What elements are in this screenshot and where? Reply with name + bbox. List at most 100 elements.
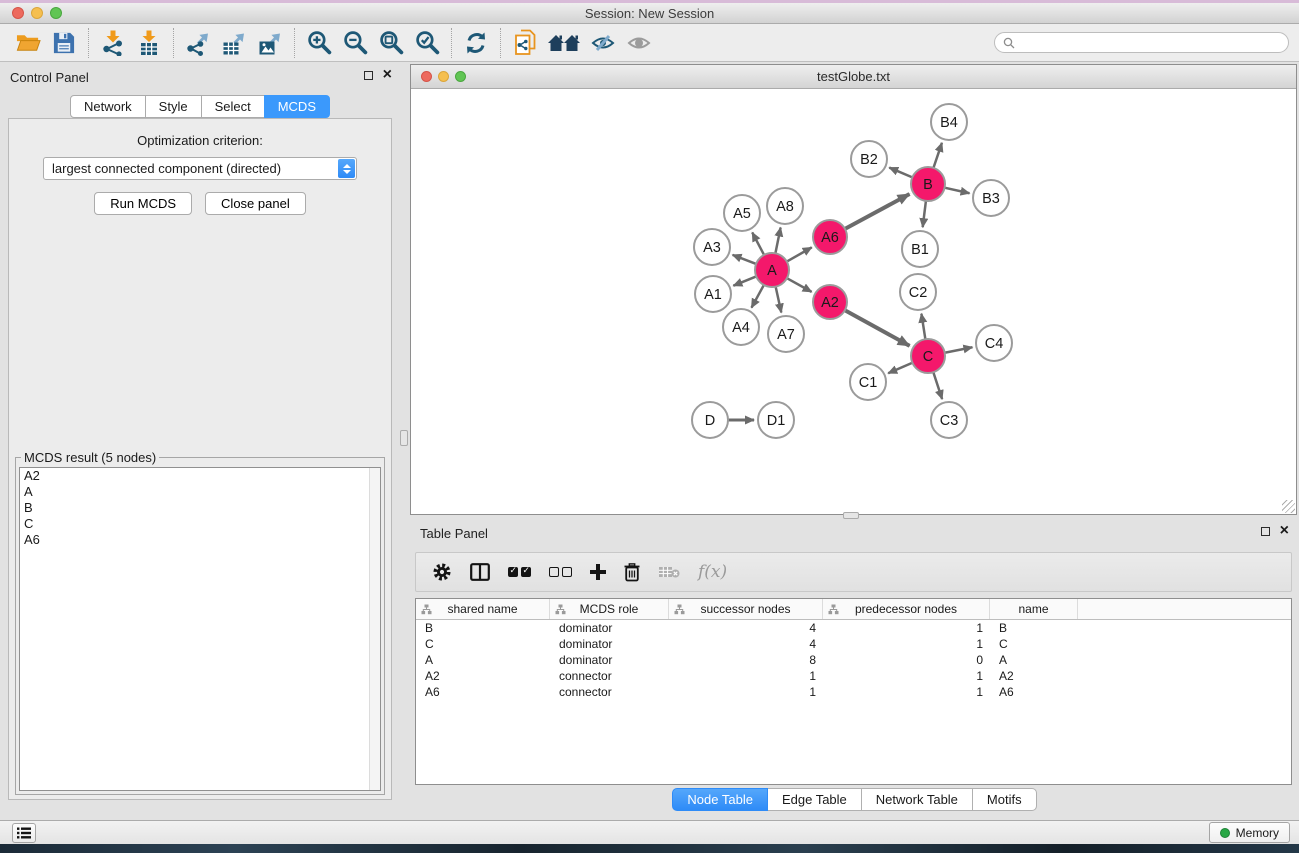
horizontal-divider-grip[interactable] bbox=[843, 512, 859, 519]
tab-network[interactable]: Network bbox=[70, 95, 146, 118]
node-A4[interactable]: A4 bbox=[723, 309, 759, 345]
open-session-icon[interactable] bbox=[10, 27, 46, 59]
node-A5[interactable]: A5 bbox=[724, 195, 760, 231]
edge-B-B3[interactable] bbox=[945, 188, 970, 194]
column-header-name[interactable]: name bbox=[990, 599, 1078, 619]
result-list-item[interactable]: A6 bbox=[20, 532, 380, 548]
edge-C-C3[interactable] bbox=[933, 372, 942, 399]
edge-B-B1[interactable] bbox=[923, 201, 926, 227]
close-panel-icon[interactable]: × bbox=[383, 70, 392, 80]
search-field[interactable] bbox=[994, 32, 1289, 53]
edge-A-A2[interactable] bbox=[787, 278, 812, 292]
table-row[interactable]: Bdominator41B bbox=[416, 620, 1291, 636]
edge-B-B4[interactable] bbox=[933, 143, 941, 168]
node-A3[interactable]: A3 bbox=[694, 229, 730, 265]
node-C1[interactable]: C1 bbox=[850, 364, 886, 400]
edge-A-A4[interactable] bbox=[752, 285, 764, 308]
export-network-icon[interactable] bbox=[180, 27, 216, 59]
node-D[interactable]: D bbox=[692, 402, 728, 438]
tab-mcds[interactable]: MCDS bbox=[264, 95, 330, 118]
node-B1[interactable]: B1 bbox=[902, 231, 938, 267]
column-header-shared-name[interactable]: shared name bbox=[416, 599, 550, 619]
column-header-MCDS-role[interactable]: MCDS role bbox=[550, 599, 669, 619]
close-table-panel-icon[interactable]: × bbox=[1280, 526, 1289, 536]
node-B4[interactable]: B4 bbox=[931, 104, 967, 140]
close-panel-button[interactable]: Close panel bbox=[205, 192, 306, 215]
panel-divider-grip[interactable] bbox=[400, 430, 408, 446]
search-input[interactable] bbox=[1020, 35, 1280, 51]
network-canvas[interactable]: B4 B2 B B3 A5A8 A6 B1 A3 A C2 A1 A2 A4A7 C4 C C1 C3 D D1 bbox=[411, 89, 1296, 514]
node-A6[interactable]: A6 bbox=[813, 220, 847, 254]
node-C3[interactable]: C3 bbox=[931, 402, 967, 438]
export-image-icon[interactable] bbox=[252, 27, 288, 59]
criterion-dropdown[interactable]: largest connected component (directed) bbox=[43, 157, 357, 180]
show-columns-icon[interactable] bbox=[470, 563, 490, 581]
edge-C-C1[interactable] bbox=[888, 363, 912, 373]
delete-column-icon[interactable] bbox=[624, 563, 640, 582]
table-row[interactable]: Adominator80A bbox=[416, 652, 1291, 668]
edge-B-B2[interactable] bbox=[889, 168, 912, 178]
edge-A-A6[interactable] bbox=[787, 247, 812, 261]
node-C4[interactable]: C4 bbox=[976, 325, 1012, 361]
zoom-in-icon[interactable] bbox=[301, 27, 337, 59]
home-view-icon[interactable] bbox=[543, 27, 585, 59]
edge-A-A5[interactable] bbox=[752, 232, 764, 254]
edge-A6-B[interactable] bbox=[845, 194, 910, 229]
node-A8[interactable]: A8 bbox=[767, 188, 803, 224]
node-B3[interactable]: B3 bbox=[973, 180, 1009, 216]
node-A7[interactable]: A7 bbox=[768, 316, 804, 352]
tab-network-table[interactable]: Network Table bbox=[861, 788, 973, 811]
node-C[interactable]: C bbox=[911, 339, 945, 373]
show-panel-icon[interactable] bbox=[621, 27, 657, 59]
float-table-panel-icon[interactable] bbox=[1261, 527, 1270, 536]
deselect-all-checkboxes-icon[interactable] bbox=[549, 567, 572, 577]
edge-A2-C[interactable] bbox=[845, 310, 910, 346]
tab-node-table[interactable]: Node Table bbox=[672, 788, 768, 811]
resize-grip-icon[interactable] bbox=[1282, 500, 1295, 513]
tab-style[interactable]: Style bbox=[145, 95, 202, 118]
node-A2[interactable]: A2 bbox=[813, 285, 847, 319]
table-row[interactable]: Cdominator41C bbox=[416, 636, 1291, 652]
tab-motifs[interactable]: Motifs bbox=[972, 788, 1037, 811]
float-panel-icon[interactable] bbox=[364, 71, 373, 80]
task-history-button[interactable] bbox=[12, 823, 36, 843]
clone-network-icon[interactable] bbox=[507, 27, 543, 59]
edge-A-A7[interactable] bbox=[776, 287, 782, 313]
export-table-icon[interactable] bbox=[216, 27, 252, 59]
tab-select[interactable]: Select bbox=[201, 95, 265, 118]
result-list-item[interactable]: A2 bbox=[20, 468, 380, 484]
edge-A-A1[interactable] bbox=[733, 276, 756, 285]
table-options-gear-icon[interactable] bbox=[432, 562, 452, 582]
zoom-fit-icon[interactable] bbox=[373, 27, 409, 59]
zoom-selected-icon[interactable] bbox=[409, 27, 445, 59]
node-C2[interactable]: C2 bbox=[900, 274, 936, 310]
tab-edge-table[interactable]: Edge Table bbox=[767, 788, 862, 811]
select-all-checkboxes-icon[interactable] bbox=[508, 567, 531, 577]
edge-A-A8[interactable] bbox=[775, 228, 780, 254]
result-list-item[interactable]: B bbox=[20, 500, 380, 516]
column-header-predecessor-nodes[interactable]: predecessor nodes bbox=[823, 599, 990, 619]
node-A[interactable]: A bbox=[755, 253, 789, 287]
refresh-icon[interactable] bbox=[458, 27, 494, 59]
result-list-item[interactable]: A bbox=[20, 484, 380, 500]
hide-panel-icon[interactable] bbox=[585, 27, 621, 59]
save-session-icon[interactable] bbox=[46, 27, 82, 59]
column-header-successor-nodes[interactable]: successor nodes bbox=[669, 599, 823, 619]
zoom-out-icon[interactable] bbox=[337, 27, 373, 59]
add-column-icon[interactable] bbox=[590, 564, 606, 580]
table-row[interactable]: A6connector11A6 bbox=[416, 684, 1291, 700]
edge-A-A3[interactable] bbox=[733, 255, 757, 264]
node-B[interactable]: B bbox=[911, 167, 945, 201]
node-A1[interactable]: A1 bbox=[695, 276, 731, 312]
edge-C-C2[interactable] bbox=[921, 314, 925, 339]
node-B2[interactable]: B2 bbox=[851, 141, 887, 177]
run-mcds-button[interactable]: Run MCDS bbox=[94, 192, 192, 215]
result-list-item[interactable]: C bbox=[20, 516, 380, 532]
result-scrollbar[interactable] bbox=[369, 468, 380, 790]
import-network-icon[interactable] bbox=[95, 27, 131, 59]
import-table-icon[interactable] bbox=[131, 27, 167, 59]
node-D1[interactable]: D1 bbox=[758, 402, 794, 438]
edge-C-C4[interactable] bbox=[945, 347, 973, 352]
memory-button[interactable]: Memory bbox=[1209, 822, 1290, 843]
table-row[interactable]: A2connector11A2 bbox=[416, 668, 1291, 684]
